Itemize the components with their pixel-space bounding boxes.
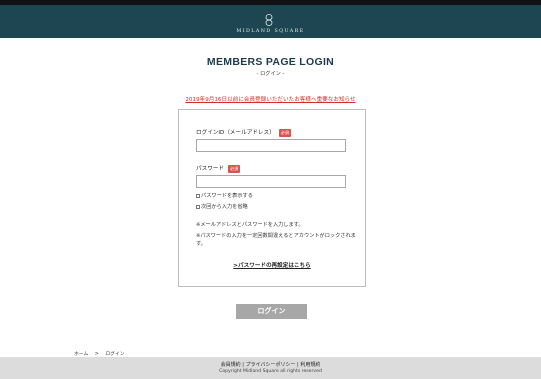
footer-link-terms-of-use[interactable]: 利用規約 [300, 362, 320, 368]
copyright: Copyright Midland Square all rights rese… [219, 369, 322, 374]
password-reset-link[interactable]: >パスワードの再設定はこちら [178, 261, 366, 269]
password-input[interactable] [196, 175, 346, 188]
page-title: MEMBERS PAGE LOGIN [206, 56, 335, 68]
footer-separator: | [242, 362, 244, 368]
footer-links: 会員規約 | プライバシーポリシー | 利用規約 [0, 361, 541, 368]
site-header: MIDLAND SQUARE [0, 5, 541, 38]
login-id-label-text: ログインID（メールアドレス） [196, 130, 275, 136]
footer-link-privacy-policy[interactable]: プライバシーポリシー [246, 362, 296, 368]
checkbox-icon[interactable] [196, 193, 200, 198]
important-notice-link[interactable]: 2019年9月16日以前に会員登録いただいたお客様へ重要なお知らせ [0, 95, 541, 103]
note-account-lock: ※パスワードの入力を一定回数間違えるとアカウントがロックされます。 [196, 233, 356, 247]
login-button[interactable]: ログイン [236, 304, 307, 319]
logo-emblem-icon[interactable] [264, 14, 274, 26]
password-label-text: パスワード [196, 166, 224, 172]
site-footer: 会員規約 | プライバシーポリシー | 利用規約 Copyright Midla… [0, 357, 541, 379]
page-subtitle: - ログイン - [256, 71, 285, 77]
footer-link-member-terms[interactable]: 会員規約 [221, 362, 241, 368]
footer-separator: | [297, 362, 299, 368]
show-password-checkbox[interactable]: パスワードを表示する [196, 192, 253, 199]
remember-me-label: 次回から入力を省略 [201, 204, 248, 210]
required-badge: 必須 [227, 164, 241, 173]
show-password-label: パスワードを表示する [201, 193, 253, 199]
breadcrumb: ホーム > ログイン [74, 350, 130, 357]
remember-me-checkbox[interactable]: 次回から入力を省略 [196, 203, 248, 210]
checkbox-icon[interactable] [196, 204, 200, 209]
required-badge: 必須 [278, 128, 292, 137]
password-label: パスワード 必須 [196, 164, 241, 173]
login-id-label: ログインID（メールアドレス） 必須 [196, 128, 292, 137]
note-email-password: ※メールアドレスとパスワードを入力します。 [196, 222, 304, 228]
login-id-input[interactable] [196, 139, 346, 152]
logo-text[interactable]: MIDLAND SQUARE [0, 29, 541, 34]
